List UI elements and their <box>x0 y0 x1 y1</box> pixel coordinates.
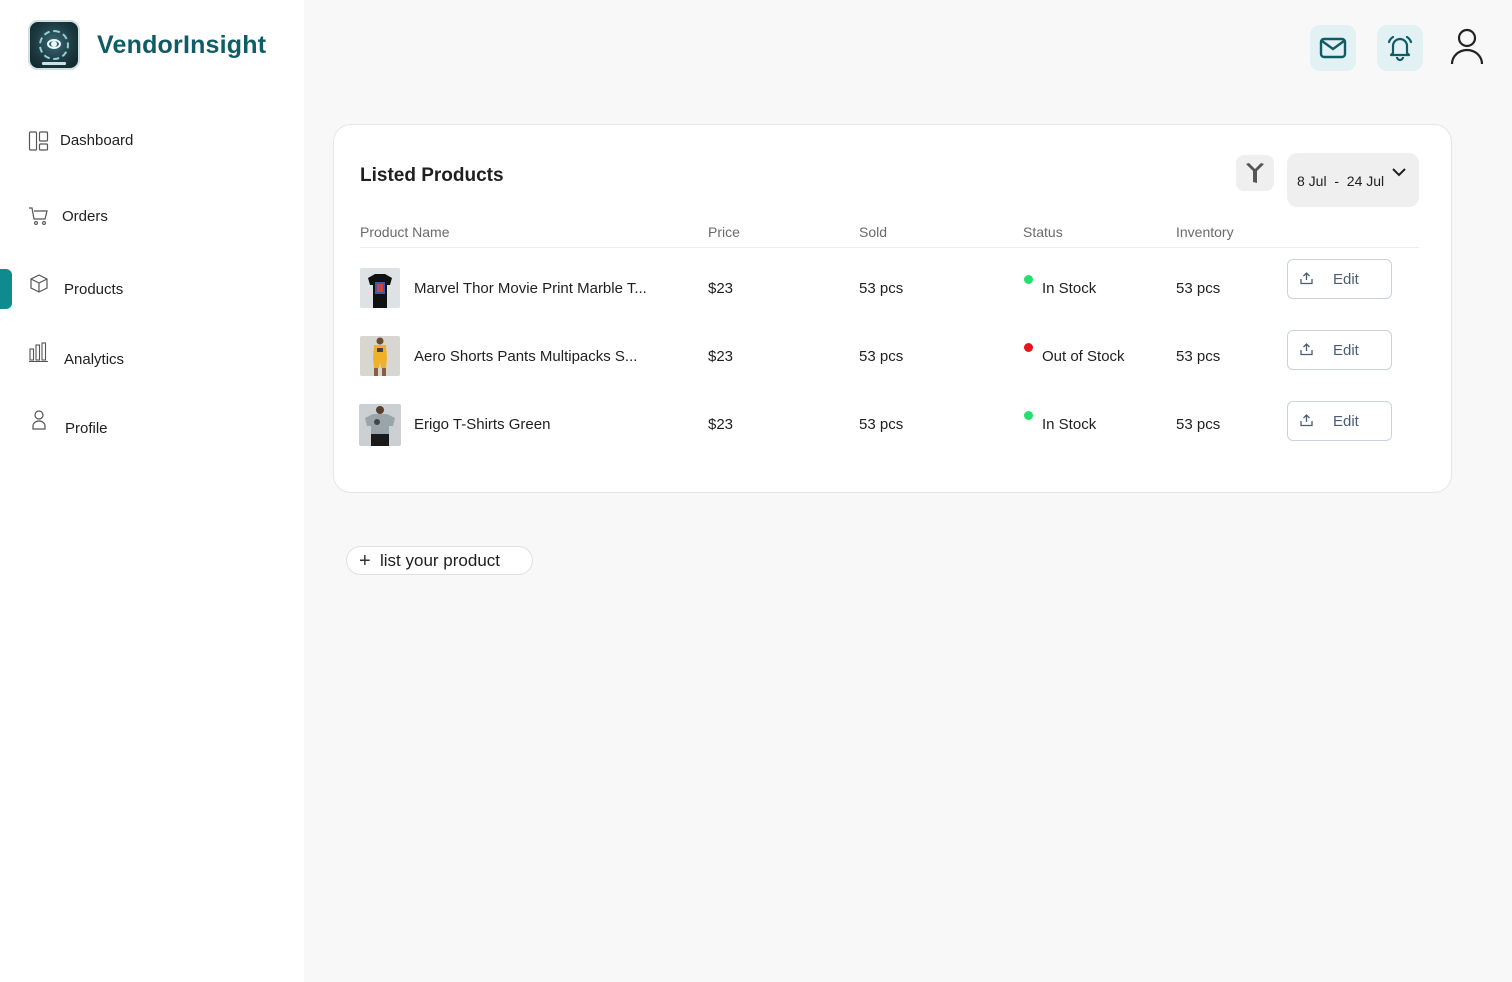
status-dot <box>1024 275 1033 284</box>
column-header-inventory: Inventory <box>1176 224 1234 240</box>
sidebar-item-label: Orders <box>62 207 108 225</box>
status-badge: In Stock <box>1042 416 1097 433</box>
upload-icon <box>1300 343 1313 356</box>
list-your-product-button[interactable]: + list your product <box>346 546 533 575</box>
chevron-down-icon <box>1392 168 1406 177</box>
table-row: Erigo T-Shirts Green $23 53 pcs In Stock… <box>334 401 1453 454</box>
sidebar-item-label: Profile <box>65 419 108 437</box>
column-header-sold: Sold <box>859 224 888 240</box>
sidebar-item-label: Analytics <box>64 350 125 368</box>
product-sold: 53 pcs <box>859 348 904 365</box>
sidebar-item-label: Dashboard <box>60 131 134 149</box>
brand[interactable]: VendorInsight <box>28 20 266 70</box>
status-dot <box>1024 411 1033 420</box>
mail-icon <box>1319 37 1347 59</box>
product-thumbnail[interactable] <box>359 404 401 446</box>
product-thumbnail[interactable] <box>360 268 400 308</box>
sidebar-item-profile[interactable]: Profile <box>0 408 304 448</box>
date-range-dropdown[interactable]: 8 Jul - 24 Jul <box>1287 153 1419 207</box>
status-badge: Out of Stock <box>1042 348 1125 365</box>
edit-button-label: Edit <box>1333 271 1359 288</box>
product-name[interactable]: Erigo T-Shirts Green <box>414 416 550 433</box>
edit-button-label: Edit <box>1333 342 1359 359</box>
sidebar-item-dashboard[interactable]: Dashboard <box>0 120 304 160</box>
edit-button[interactable]: Edit <box>1287 259 1392 299</box>
dashboard-icon <box>28 131 49 151</box>
bell-icon <box>1387 35 1413 62</box>
filter-icon <box>1246 163 1264 183</box>
product-name[interactable]: Marvel Thor Movie Print Marble T... <box>414 280 647 297</box>
column-header-price: Price <box>708 224 740 240</box>
edit-button[interactable]: Edit <box>1287 401 1392 441</box>
sidebar-item-orders[interactable]: Orders <box>0 196 304 236</box>
sidebar-item-analytics[interactable]: Analytics <box>0 339 304 379</box>
bar-chart-icon <box>29 342 48 363</box>
plus-icon: + <box>359 550 371 572</box>
product-inventory: 53 pcs <box>1176 348 1221 365</box>
brand-name: VendorInsight <box>97 30 267 59</box>
table-row: Aero Shorts Pants Multipacks S... $23 53… <box>334 330 1453 386</box>
status-dot <box>1024 343 1033 352</box>
product-inventory: 53 pcs <box>1176 416 1221 433</box>
product-price: $23 <box>708 416 734 433</box>
sidebar-item-products[interactable]: Products <box>0 269 304 309</box>
table-row: Marvel Thor Movie Print Marble T... $23 … <box>334 259 1453 318</box>
user-icon[interactable] <box>1446 26 1488 68</box>
sidebar: VendorInsight Dashboard Orders Products <box>0 0 304 982</box>
upload-icon <box>1300 414 1313 427</box>
notifications-button[interactable] <box>1377 25 1423 71</box>
person-icon <box>32 410 46 430</box>
product-price: $23 <box>708 280 734 297</box>
list-your-product-label: list your product <box>380 551 500 570</box>
box-icon <box>30 274 48 293</box>
listed-products-card: Listed Products 8 Jul - 24 Jul Product N… <box>333 124 1452 493</box>
table-header-divider <box>360 247 1419 248</box>
edit-button-label: Edit <box>1333 413 1359 430</box>
product-price: $23 <box>708 348 734 365</box>
vendorinsight-logo <box>28 20 80 70</box>
date-range-text: 8 Jul - 24 Jul <box>1297 173 1385 189</box>
filter-button[interactable] <box>1236 155 1274 191</box>
product-inventory: 53 pcs <box>1176 280 1221 297</box>
product-sold: 53 pcs <box>859 416 904 433</box>
column-header-product-name: Product Name <box>360 224 450 240</box>
mail-button[interactable] <box>1310 25 1356 71</box>
sidebar-item-label: Products <box>64 280 124 298</box>
upload-icon <box>1300 272 1313 285</box>
product-name[interactable]: Aero Shorts Pants Multipacks S... <box>414 348 637 365</box>
cart-icon <box>29 207 48 225</box>
status-badge: In Stock <box>1042 280 1097 297</box>
product-thumbnail[interactable] <box>360 336 400 376</box>
column-header-status: Status <box>1023 224 1063 240</box>
edit-button[interactable]: Edit <box>1287 330 1392 370</box>
card-title: Listed Products <box>360 165 504 186</box>
product-sold: 53 pcs <box>859 280 904 297</box>
